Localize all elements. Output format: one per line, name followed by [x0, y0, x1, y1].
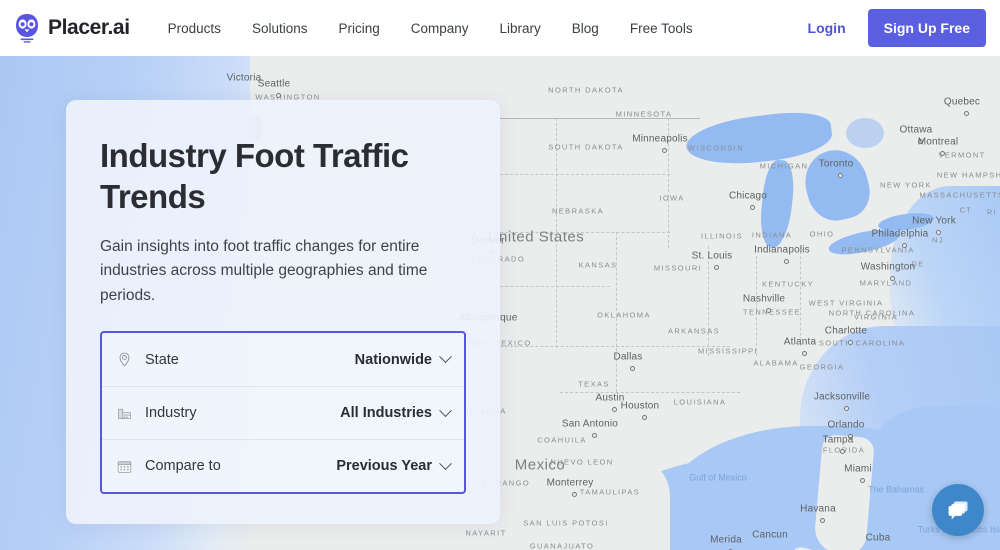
site-header: Placer.ai Products Solutions Pricing Com… — [0, 0, 1000, 56]
map-border — [668, 118, 669, 248]
map-city-dot — [592, 433, 597, 438]
chevron-down-icon — [439, 404, 452, 417]
florida-east-water — [860, 406, 1000, 550]
calendar-icon — [115, 457, 134, 476]
map-border — [708, 246, 709, 356]
nav-item-company[interactable]: Company — [411, 21, 469, 36]
chat-widget-button[interactable] — [932, 484, 984, 536]
map-border — [616, 232, 617, 392]
filter-row-industry[interactable]: Industry All Industries — [102, 386, 464, 439]
filter-label-state: State — [145, 351, 179, 368]
page-title: Industry Foot Traffic Trends — [100, 137, 409, 215]
filter-label-industry: Industry — [145, 405, 197, 422]
map-city-dot — [276, 93, 281, 98]
map-city-dot — [572, 492, 577, 497]
map-border — [756, 256, 757, 356]
map-city-dot — [890, 276, 895, 281]
filter-value-industry[interactable]: All Industries — [340, 404, 452, 422]
chevron-down-icon — [439, 457, 452, 470]
map-city-dot — [964, 111, 969, 116]
nav-item-pricing[interactable]: Pricing — [338, 21, 379, 36]
map-city-dot — [766, 308, 771, 313]
page-subtitle: Gain insights into foot traffic changes … — [100, 237, 428, 304]
owl-logo-icon — [14, 13, 40, 43]
map-city-dot — [940, 151, 945, 156]
header-actions: Login Sign Up Free — [808, 9, 986, 47]
map-border — [490, 286, 610, 287]
login-link[interactable]: Login — [808, 20, 846, 36]
filter-value-compare-to[interactable]: Previous Year — [336, 457, 452, 475]
map-city-dot — [642, 415, 647, 420]
map-border — [490, 174, 670, 175]
map-stage[interactable]: United States Mexico North Dakota South Dak… — [0, 56, 1000, 550]
map-city-dot — [840, 449, 845, 454]
map-border — [800, 246, 801, 346]
filter-label-compare-to: Compare to — [145, 458, 221, 475]
nav-item-library[interactable]: Library — [500, 21, 541, 36]
map-border — [490, 346, 730, 347]
map-city-dot — [918, 139, 923, 144]
sign-up-free-button[interactable]: Sign Up Free — [867, 9, 986, 47]
hudson-bay-area — [846, 118, 884, 148]
filter-value-industry-text: All Industries — [340, 405, 432, 422]
map-city-dot — [820, 518, 825, 523]
filter-value-compare-to-text: Previous Year — [336, 458, 432, 475]
hero-card: Industry Foot Traffic Trends Gain insigh… — [66, 100, 500, 524]
map-city-dot — [630, 366, 635, 371]
filter-row-state[interactable]: State Nationwide — [102, 333, 464, 386]
map-city-dot — [848, 340, 853, 345]
map-border — [490, 232, 670, 233]
brand-logo[interactable]: Placer.ai — [14, 13, 130, 43]
map-city-dot — [714, 265, 719, 270]
chat-bubbles-icon — [948, 501, 967, 519]
filter-value-state[interactable]: Nationwide — [354, 350, 452, 368]
filter-row-compare-to[interactable]: Compare to Previous Year — [102, 439, 464, 492]
map-city-dot — [784, 259, 789, 264]
map-city-dot — [860, 478, 865, 483]
filter-value-state-text: Nationwide — [354, 351, 432, 368]
map-city-dot — [936, 230, 941, 235]
map-city-dot — [750, 205, 755, 210]
map-city-dot — [902, 243, 907, 248]
factory-icon — [115, 404, 134, 423]
brand-name: Placer.ai — [48, 16, 130, 39]
map-border — [556, 118, 557, 348]
map-city-dot — [844, 406, 849, 411]
map-city-dot — [802, 351, 807, 356]
nav-item-blog[interactable]: Blog — [572, 21, 599, 36]
canada-us-border — [500, 118, 700, 119]
nav-item-products[interactable]: Products — [168, 21, 221, 36]
location-pin-icon — [115, 350, 134, 369]
map-city-dot — [838, 173, 843, 178]
nav-item-free-tools[interactable]: Free Tools — [630, 21, 693, 36]
filter-selector: State Nationwide Industry All Industries… — [100, 331, 466, 495]
chevron-down-icon — [439, 350, 452, 364]
nav-item-solutions[interactable]: Solutions — [252, 21, 308, 36]
main-nav: Products Solutions Pricing Company Libra… — [168, 21, 724, 36]
map-border — [560, 392, 740, 393]
map-city-dot — [612, 407, 617, 412]
map-city-dot — [662, 148, 667, 153]
map-city-dot — [848, 434, 853, 439]
